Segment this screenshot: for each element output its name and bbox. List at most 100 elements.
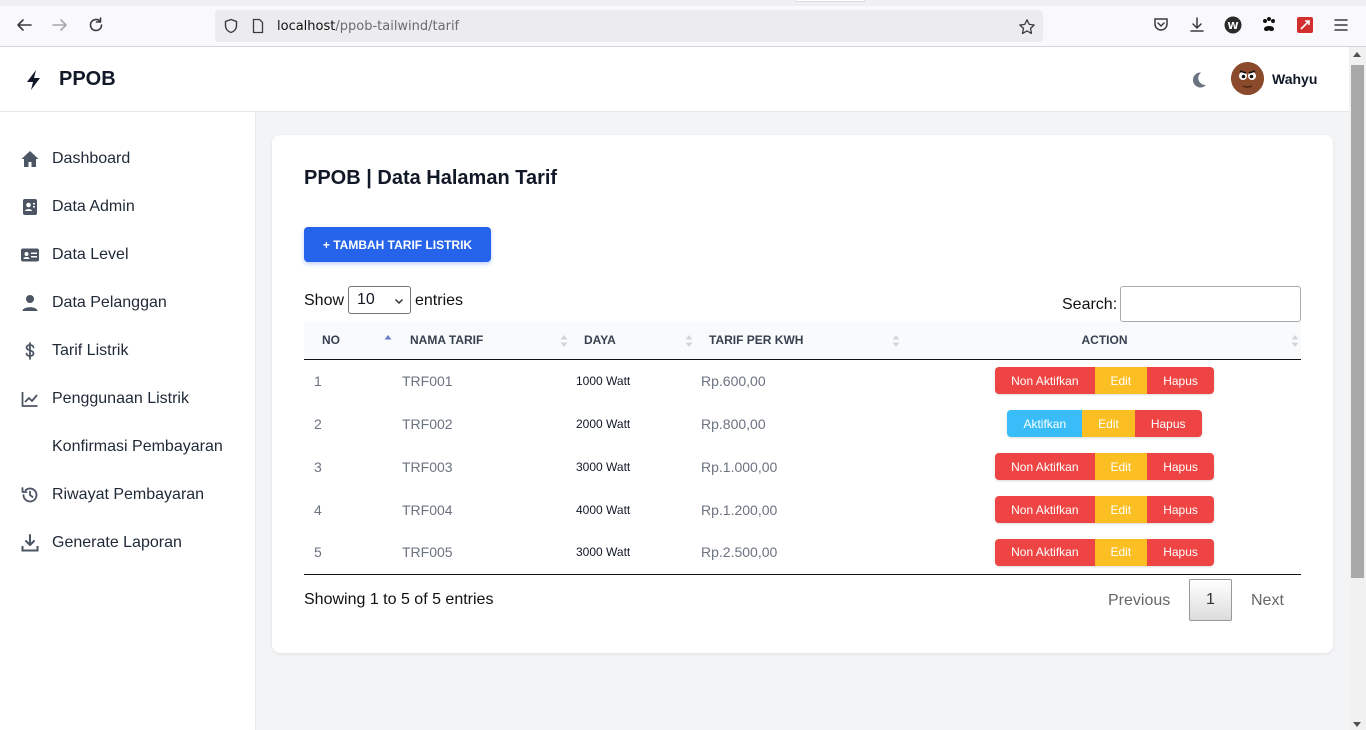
edit-button[interactable]: Edit xyxy=(1094,496,1148,523)
back-icon[interactable] xyxy=(13,14,35,36)
browser-toolbar: localhost/ppob-tailwind/tarif W xyxy=(0,0,1366,47)
cell-nama-tarif: TRF005 xyxy=(402,544,453,561)
table-row: 5 TRF005 3000 Watt Rp.2.500,00 Non Aktifkan E… xyxy=(304,531,1301,574)
sidebar-item-label: Data Admin xyxy=(52,198,135,215)
extension-paw-icon[interactable] xyxy=(1259,15,1279,35)
toggle-status-button[interactable]: Non Aktifkan xyxy=(995,496,1095,523)
cell-tarif: Rp.600,00 xyxy=(701,372,766,389)
column-header-label: NAMA TARIF xyxy=(410,333,484,348)
sidebar-item-riwayat-pembayaran[interactable]: Riwayat Pembayaran xyxy=(0,475,255,515)
pagination-next[interactable]: Next xyxy=(1251,592,1284,610)
sidebar-item-label: Generate Laporan xyxy=(52,534,182,551)
scroll-thumb[interactable] xyxy=(1351,65,1364,578)
pagination-previous[interactable]: Previous xyxy=(1108,592,1170,610)
toggle-status-button[interactable]: Non Aktifkan xyxy=(995,453,1095,480)
bookmark-star-icon[interactable] xyxy=(1018,18,1035,35)
sort-icon xyxy=(1291,335,1299,347)
table-row: 3 TRF003 3000 Watt Rp.1.000,00 Non Aktifkan E… xyxy=(304,445,1301,488)
delete-button[interactable]: Hapus xyxy=(1147,496,1214,523)
sidebar-item-data-level[interactable]: Data Level xyxy=(0,235,255,275)
menu-icon[interactable] xyxy=(1331,15,1351,35)
column-header-label: NO xyxy=(322,333,340,348)
cell-nama-tarif: TRF004 xyxy=(402,501,453,518)
sidebar-item-label: Data Level xyxy=(52,246,129,263)
column-header-no[interactable]: NO xyxy=(304,322,402,359)
table-row: 1 TRF001 1000 Watt Rp.600,00 Non Aktifkan Edi… xyxy=(304,359,1301,402)
address-bar[interactable]: localhost/ppob-tailwind/tarif xyxy=(215,10,1043,42)
url-path: /ppob-tailwind/tarif xyxy=(335,19,460,34)
user-name[interactable]: Wahyu xyxy=(1272,71,1317,87)
reload-icon[interactable] xyxy=(85,14,107,36)
table-row: 4 TRF004 4000 Watt Rp.1.200,00 Non Aktifkan E… xyxy=(304,488,1301,531)
cell-daya: 3000 Watt xyxy=(576,545,631,560)
delete-button[interactable]: Hapus xyxy=(1134,410,1202,437)
sidebar-item-tarif-listrik[interactable]: Tarif Listrik xyxy=(0,331,255,371)
column-header-label: ACTION xyxy=(1081,333,1128,348)
show-label: Show xyxy=(304,292,345,309)
action-button-group: Non Aktifkan Edit Hapus xyxy=(995,453,1214,480)
sidebar-item-data-admin[interactable]: Data Admin xyxy=(0,187,255,227)
toggle-status-button[interactable]: Non Aktifkan xyxy=(995,538,1095,566)
action-button-group: Non Aktifkan Edit Hapus xyxy=(995,496,1214,523)
entries-select[interactable]: 10 xyxy=(348,286,411,314)
action-button-group: Non Aktifkan Edit Hapus xyxy=(995,367,1214,395)
column-header-daya[interactable]: DAYA xyxy=(576,322,701,359)
sidebar-item-label: Dashboard xyxy=(52,150,131,167)
avatar[interactable] xyxy=(1231,62,1264,95)
action-button-group: Aktifkan Edit Hapus xyxy=(1007,410,1202,437)
search-input[interactable] xyxy=(1120,286,1301,322)
action-button-group: Non Aktifkan Edit Hapus xyxy=(995,538,1214,566)
edit-button[interactable]: Edit xyxy=(1094,538,1148,566)
url-text[interactable]: localhost/ppob-tailwind/tarif xyxy=(277,19,459,34)
scroll-down-arrow-icon[interactable] xyxy=(1353,722,1361,727)
cell-no: 1 xyxy=(314,372,322,389)
sidebar-item-data-pelanggan[interactable]: Data Pelanggan xyxy=(0,283,255,323)
shield-icon[interactable] xyxy=(223,18,239,34)
entries-select-value: 10 xyxy=(357,291,375,308)
sidebar-item-penggunaan-listrik[interactable]: Penggunaan Listrik xyxy=(0,379,255,419)
scroll-up-arrow-icon[interactable] xyxy=(1353,52,1361,57)
dark-mode-moon-icon[interactable] xyxy=(1188,70,1208,90)
pocket-icon[interactable] xyxy=(1151,15,1171,35)
extension-red-icon[interactable] xyxy=(1295,15,1315,35)
search-label: Search: xyxy=(1062,296,1118,313)
column-header-action[interactable]: ACTION xyxy=(908,322,1301,359)
column-header-tarif-per-kwh[interactable]: TARIF PER KWH xyxy=(701,322,908,359)
cell-daya: 1000 Watt xyxy=(576,373,631,388)
sidebar-item-generate-laporan[interactable]: Generate Laporan xyxy=(0,523,255,563)
downloads-icon[interactable] xyxy=(1187,15,1207,35)
sidebar-item-dashboard[interactable]: Dashboard xyxy=(0,139,255,179)
toggle-status-button[interactable]: Aktifkan xyxy=(1007,410,1083,437)
edit-button[interactable]: Edit xyxy=(1082,410,1135,437)
forward-icon[interactable] xyxy=(49,14,71,36)
user-icon xyxy=(20,293,40,313)
delete-button[interactable]: Hapus xyxy=(1147,453,1214,480)
cell-action: Non Aktifkan Edit Hapus xyxy=(908,488,1301,531)
cell-daya: 3000 Watt xyxy=(576,459,631,474)
edit-button[interactable]: Edit xyxy=(1094,453,1148,480)
table-row: 2 TRF002 2000 Watt Rp.800,00 Aktifkan Edit Hap… xyxy=(304,402,1301,445)
sidebar-item-label: Riwayat Pembayaran xyxy=(52,486,205,503)
admin-card-icon xyxy=(20,197,40,217)
cell-no: 2 xyxy=(314,415,322,432)
active-tab-edge[interactable] xyxy=(795,0,865,2)
delete-button[interactable]: Hapus xyxy=(1147,538,1214,566)
edit-button[interactable]: Edit xyxy=(1094,367,1148,395)
extension-w-icon[interactable]: W xyxy=(1223,15,1243,35)
cell-action: Non Aktifkan Edit Hapus xyxy=(908,359,1301,402)
sort-ascending-icon xyxy=(384,335,392,340)
column-header-nama-tarif[interactable]: NAMA TARIF xyxy=(402,322,576,359)
page-scrollbar[interactable] xyxy=(1349,47,1366,730)
delete-button[interactable]: Hapus xyxy=(1147,367,1214,395)
sidebar-item-label: Konfirmasi Pembayaran xyxy=(52,438,223,455)
brand-name[interactable]: PPOB xyxy=(59,68,116,91)
add-tarif-button[interactable]: + TAMBAH TARIF LISTRIK xyxy=(304,227,491,262)
svg-text:W: W xyxy=(1227,21,1238,32)
pagination-page-current[interactable]: 1 xyxy=(1189,579,1232,621)
app-header: PPOB Wahyu xyxy=(0,47,1349,112)
content-card: PPOB | Data Halaman Tarif + TAMBAH TARIF… xyxy=(272,135,1333,653)
tarif-table: NO NAMA TARIF DAYA TARIF PER KWH ACTION xyxy=(304,322,1301,575)
toggle-status-button[interactable]: Non Aktifkan xyxy=(995,367,1095,395)
sidebar-item-konfirmasi-pembayaran[interactable]: Konfirmasi Pembayaran xyxy=(0,427,255,467)
page-icon[interactable] xyxy=(250,18,266,34)
